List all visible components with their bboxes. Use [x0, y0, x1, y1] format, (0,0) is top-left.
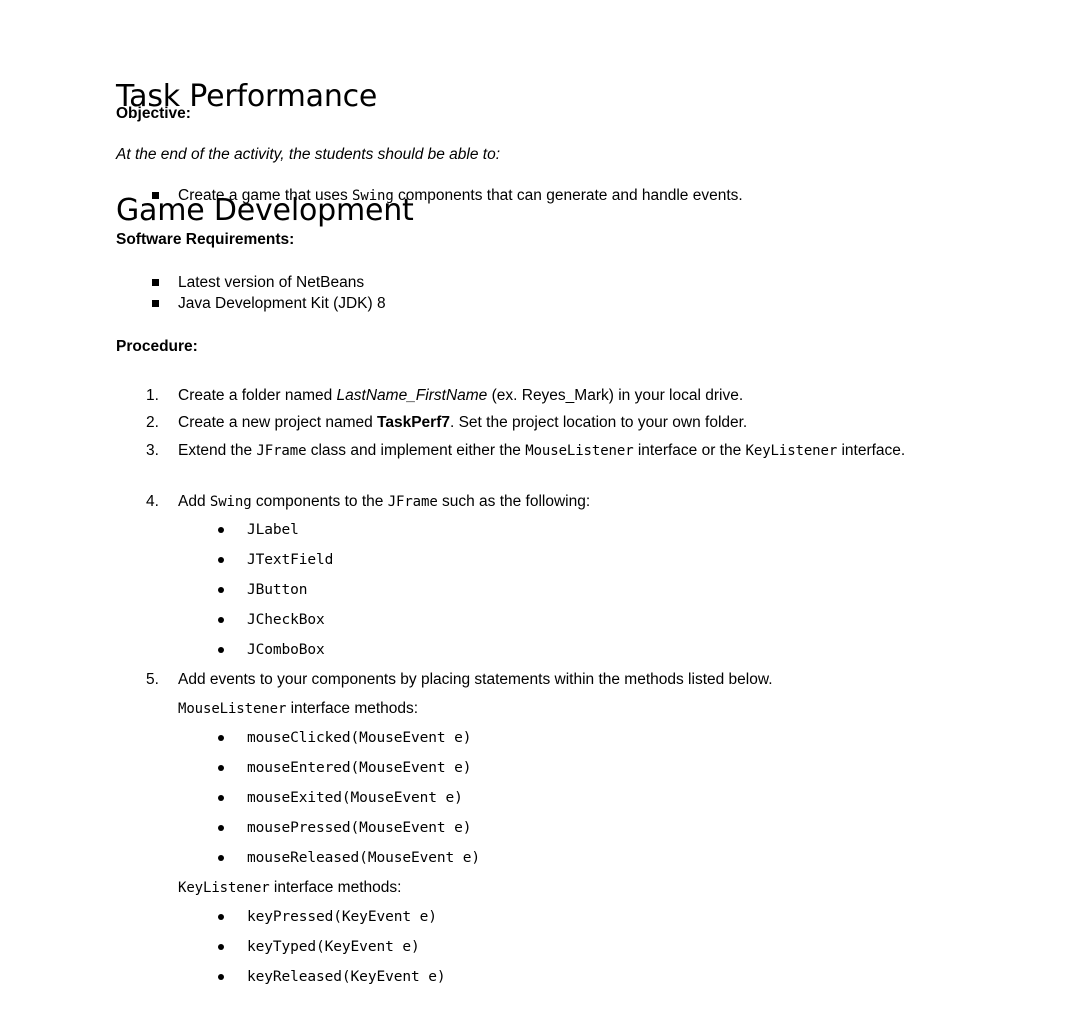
keylistener-method-item: keyTyped(KeyEvent e): [247, 939, 420, 955]
mouselistener-method-item: mouseEntered(MouseEvent e): [247, 760, 472, 776]
swing-component-item: JLabel: [247, 522, 299, 538]
document-page: Task Performance Game Development Object…: [0, 0, 1066, 1010]
mouselistener-method-item: mouseExited(MouseEvent e): [247, 790, 463, 806]
procedure-number: 4.: [146, 493, 159, 510]
procedure-5-part-0: Add events to your components by placing…: [178, 671, 773, 688]
procedure-2-part-1: TaskPerf7: [377, 414, 450, 431]
keylistener-methods-label: KeyListener interface methods:: [178, 877, 401, 899]
software-requirements-heading: Software Requirements:: [116, 231, 295, 248]
procedure-heading: Procedure:: [116, 338, 198, 355]
swing-component-item: JTextField: [247, 552, 334, 568]
round-bullet-icon: [218, 765, 224, 771]
round-bullet-icon: [218, 557, 224, 563]
mouselistener-method-item: mouseReleased(MouseEvent e): [247, 850, 481, 866]
procedure-4-part-4: such as the following:: [437, 493, 591, 510]
square-bullet-icon: [152, 300, 159, 307]
procedure-4-part-2: components to the: [251, 493, 388, 510]
procedure-3-part-0: Extend the: [178, 442, 257, 459]
procedure-item: Add Swing components to the JFrame such …: [178, 493, 978, 513]
procedure-2-part-0: Create a new project named: [178, 414, 378, 431]
keylistener-label-rest: interface methods:: [269, 879, 402, 896]
square-bullet-icon: [152, 192, 159, 199]
keylistener-method-item: keyReleased(KeyEvent e): [247, 969, 446, 985]
mouselistener-label-rest: interface methods:: [286, 700, 419, 717]
procedure-1-part-2: (ex. Reyes_Mark) in your local drive.: [487, 387, 744, 404]
keylistener-method-item: keyPressed(KeyEvent e): [247, 909, 437, 925]
procedure-3-part-4: interface or the: [633, 442, 746, 459]
objective-item-pre: Create a game that uses: [178, 187, 353, 204]
procedure-1-part-0: Create a folder named: [178, 387, 337, 404]
round-bullet-icon: [218, 795, 224, 801]
round-bullet-icon: [218, 527, 224, 533]
mouselistener-method-item: mouseClicked(MouseEvent e): [247, 730, 472, 746]
procedure-3-part-1: JFrame: [256, 443, 307, 459]
procedure-item: Create a new project named TaskPerf7. Se…: [178, 412, 978, 433]
round-bullet-icon: [218, 825, 224, 831]
round-bullet-icon: [218, 944, 224, 950]
procedure-3-part-5: KeyListener: [745, 443, 838, 459]
objective-item: Create a game that uses Swing components…: [178, 185, 743, 207]
procedure-4-part-0: Add: [178, 493, 210, 510]
swing-component-item: JButton: [247, 582, 308, 598]
procedure-2-part-2: . Set the project location to your own f…: [449, 414, 748, 431]
procedure-4-part-3: JFrame: [387, 494, 438, 510]
objective-intro: At the end of the activity, the students…: [116, 146, 501, 163]
procedure-1-part-1: LastName_FirstName: [336, 387, 488, 404]
objective-item-code: Swing: [352, 188, 394, 204]
mouselistener-method-item: mousePressed(MouseEvent e): [247, 820, 472, 836]
mouselistener-label-code: MouseListener: [178, 701, 287, 717]
round-bullet-icon: [218, 914, 224, 920]
procedure-item: Add events to your components by placing…: [178, 669, 978, 690]
procedure-number: 5.: [146, 671, 159, 688]
round-bullet-icon: [218, 974, 224, 980]
round-bullet-icon: [218, 855, 224, 861]
round-bullet-icon: [218, 617, 224, 623]
software-item: Latest version of NetBeans: [178, 274, 365, 291]
keylistener-label-code: KeyListener: [178, 880, 270, 896]
software-item: Java Development Kit (JDK) 8: [178, 295, 386, 312]
mouselistener-methods-label: MouseListener interface methods:: [178, 698, 418, 720]
procedure-item: Extend the JFrame class and implement ei…: [178, 440, 978, 462]
swing-component-item: JComboBox: [247, 642, 325, 658]
round-bullet-icon: [218, 735, 224, 741]
round-bullet-icon: [218, 587, 224, 593]
procedure-3-part-6: interface.: [837, 442, 906, 459]
procedure-number: 1.: [146, 387, 159, 404]
procedure-item: Create a folder named LastName_FirstName…: [178, 385, 978, 406]
procedure-3-part-2: class and implement either the: [306, 442, 526, 459]
procedure-number: 3.: [146, 442, 159, 459]
round-bullet-icon: [218, 647, 224, 653]
square-bullet-icon: [152, 279, 159, 286]
procedure-number: 2.: [146, 414, 159, 431]
procedure-3-part-3: MouseListener: [525, 443, 634, 459]
procedure-4-part-1: Swing: [209, 494, 252, 510]
objective-heading: Objective:: [116, 105, 191, 122]
swing-component-item: JCheckBox: [247, 612, 325, 628]
objective-item-post: components that can generate and handle …: [393, 187, 743, 204]
